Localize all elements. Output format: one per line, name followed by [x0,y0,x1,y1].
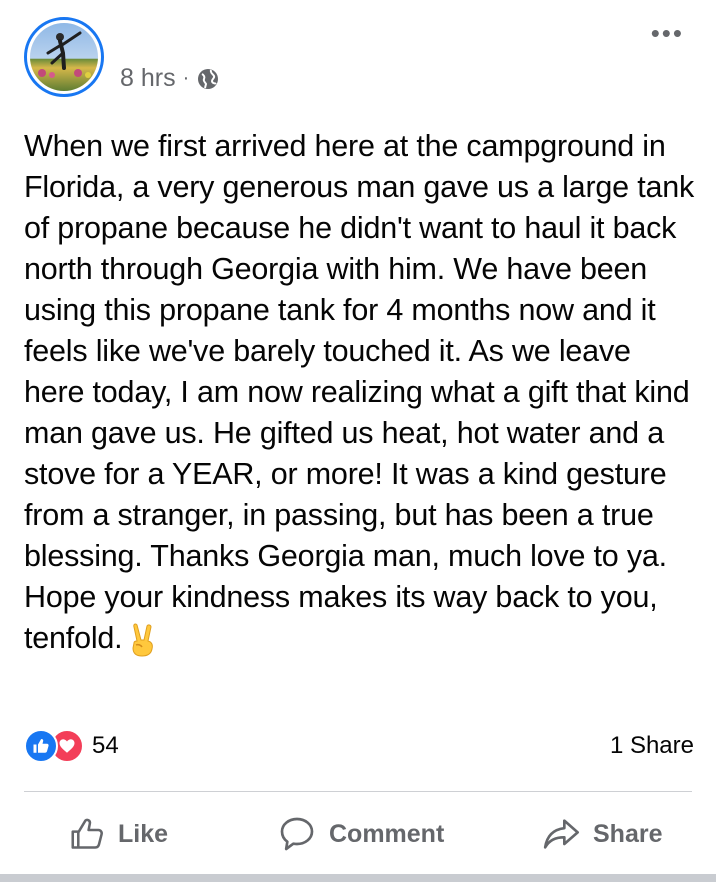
reaction-count[interactable]: 54 [92,732,119,760]
share-arrow-icon [543,819,579,849]
avatar[interactable] [24,17,104,97]
avatar-photo [30,23,98,91]
action-bar: Like Comment Share [0,806,716,862]
post-meta: 8 hrs · [120,64,220,93]
post-text: When we first arrived here at the campgr… [24,126,696,659]
share-label: Share [593,819,663,848]
post-text-content: When we first arrived here at the campgr… [24,129,695,655]
like-button[interactable]: Like [68,806,168,862]
share-button[interactable]: Share [541,806,662,862]
comment-label: Comment [329,819,445,848]
like-reaction-icon [24,729,58,763]
like-label: Like [118,819,169,848]
thumbs-up-icon [71,818,103,849]
victory-hand-icon [128,623,158,657]
comment-button[interactable]: Comment [277,806,444,862]
divider [24,791,692,792]
meta-separator: · [182,67,190,89]
reactions-summary[interactable]: 54 [24,729,119,763]
more-horizontal-icon[interactable]: ••• [651,20,684,46]
facebook-post: 8 hrs · ••• When we first arrived here a… [0,0,716,882]
post-time[interactable]: 8 hrs [120,64,176,93]
bottom-separator [0,874,716,882]
share-count[interactable]: 1 Share [610,732,694,760]
globe-icon[interactable] [196,67,220,91]
comment-icon [280,817,314,851]
